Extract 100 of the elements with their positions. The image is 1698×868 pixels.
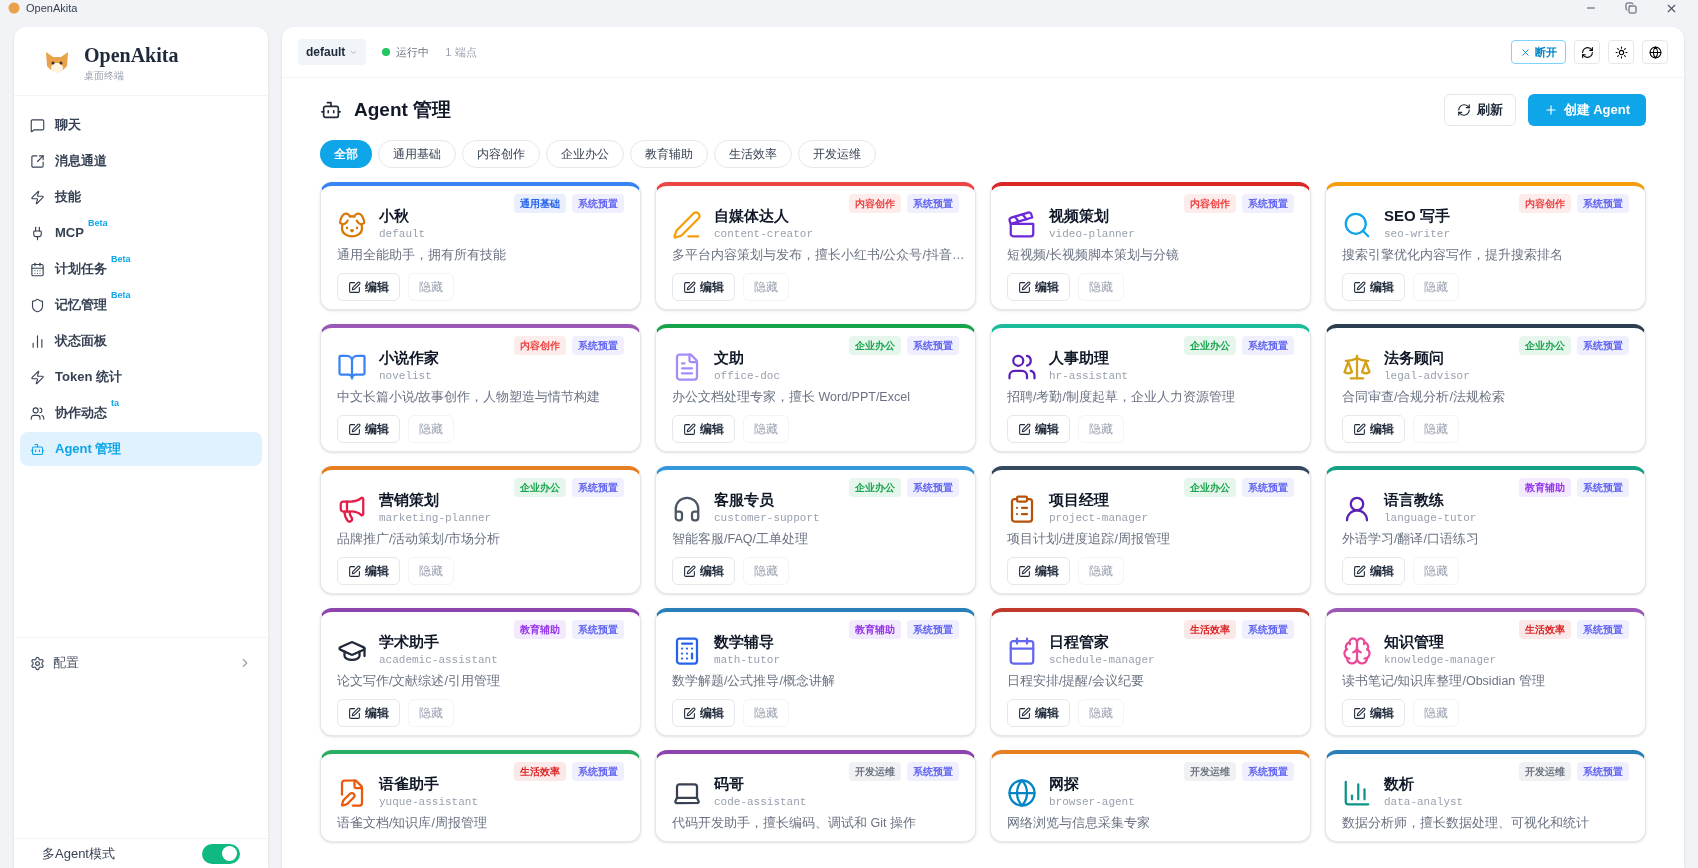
category-tag: 系统预置	[1242, 478, 1294, 497]
agent-name: 数学辅导	[714, 633, 775, 652]
status-text: 运行中	[396, 44, 430, 60]
edit-button[interactable]: 编辑	[672, 699, 735, 727]
edit-icon	[1353, 422, 1366, 436]
agent-id: legal-advisor	[1384, 368, 1470, 384]
language-icon-button[interactable]	[1642, 40, 1668, 64]
beta-label: Beta	[111, 255, 131, 265]
category-tag: 系统预置	[907, 478, 959, 497]
lightning-icon	[30, 369, 45, 385]
edit-icon	[348, 706, 361, 720]
category-tag: 企业办公	[1184, 336, 1236, 355]
edit-button[interactable]: 编辑	[1007, 699, 1070, 727]
refresh-button[interactable]: 刷新	[1443, 94, 1516, 126]
restore-icon[interactable]	[1625, 2, 1637, 14]
profile-dropdown[interactable]: default	[298, 39, 367, 65]
agent-description: 数学解题/公式推导/概念讲解	[672, 673, 836, 691]
edit-button[interactable]: 编辑	[672, 557, 735, 585]
pen-icon	[672, 209, 702, 240]
category-tag: 系统预置	[572, 478, 624, 497]
settings-icon	[30, 655, 45, 671]
brand-name: OpenAkita	[84, 43, 179, 68]
edit-button[interactable]: 编辑	[1342, 273, 1405, 301]
nav-item[interactable]: 聊天	[20, 108, 262, 142]
agent-description: 日程安排/提醒/会议纪要	[1007, 673, 1145, 691]
globe-icon	[1007, 777, 1037, 808]
category-tag: 企业办公	[1519, 336, 1571, 355]
edit-icon	[1018, 564, 1031, 578]
nav-item[interactable]: Token 统计	[20, 360, 262, 394]
agent-name: 学术助手	[379, 633, 440, 652]
edit-button[interactable]: 编辑	[337, 273, 400, 301]
agent-description: 网络浏览与信息采集专家	[1007, 815, 1151, 833]
agent-description: 项目计划/进度追踪/周报管理	[1007, 531, 1171, 549]
nav-item[interactable]: MCP Beta	[20, 216, 262, 250]
agent-description: 品牌推广/活动策划/市场分析	[337, 531, 501, 549]
agent-id: project-manager	[1049, 510, 1149, 526]
category-tag: 内容创作	[849, 194, 901, 213]
nav-item[interactable]: 消息通道	[20, 144, 262, 178]
refresh-icon-button[interactable]	[1574, 40, 1600, 64]
category-tag: 系统预置	[1242, 336, 1294, 355]
nav-item[interactable]: 记忆管理 Beta	[20, 288, 262, 322]
agent-description: 搜索引擎优化内容写作，提升搜索排名	[1342, 247, 1564, 265]
config-item[interactable]: 配置	[22, 646, 260, 680]
calendar-icon	[1007, 635, 1037, 666]
edit-button[interactable]: 编辑	[1342, 415, 1405, 443]
edit-button[interactable]: 编辑	[1342, 699, 1405, 727]
edit-button[interactable]: 编辑	[1342, 557, 1405, 585]
category-tag: 系统预置	[572, 620, 624, 639]
nav-label: 消息通道	[55, 152, 107, 171]
category-tag: 内容创作	[514, 336, 566, 355]
endpoint-count: 1 端点	[445, 44, 477, 60]
nav-label: Token 统计	[55, 368, 122, 387]
agent-name: 码哥	[714, 775, 745, 794]
agent-name: 自媒体达人	[714, 207, 790, 226]
theme-icon-button[interactable]	[1608, 40, 1634, 64]
nav-item[interactable]: 协作动态 ta	[20, 396, 262, 430]
agent-id: schedule-manager	[1049, 652, 1155, 668]
edit-button[interactable]: 编辑	[337, 557, 400, 585]
agent-name: 语言教练	[1384, 491, 1445, 510]
edit-button[interactable]: 编辑	[1007, 273, 1070, 301]
category-tag: 生活效率	[514, 762, 566, 781]
agent-description: 办公文档处理专家，擅长 Word/PPT/Excel	[672, 389, 911, 407]
edit-button[interactable]: 编辑	[1007, 557, 1070, 585]
agent-name: 语雀助手	[379, 775, 440, 794]
agent-id: content-creator	[714, 226, 814, 242]
category-tag: 生活效率	[1519, 620, 1571, 639]
disconnect-button[interactable]: 断开	[1511, 40, 1566, 64]
category-tag: 内容创作	[1519, 194, 1571, 213]
agent-name: 小秋	[379, 207, 410, 226]
edit-button[interactable]: 编辑	[337, 415, 400, 443]
category-tag: 企业办公	[849, 336, 901, 355]
agent-description: 代码开发助手，擅长编码、调试和 Git 操作	[672, 815, 917, 833]
plus-icon	[1543, 103, 1558, 117]
edit-icon	[348, 564, 361, 578]
category-tag: 内容创作	[1184, 194, 1236, 213]
category-tag: 开发运维	[1519, 762, 1571, 781]
lightning-icon	[30, 189, 45, 205]
edit-button[interactable]: 编辑	[337, 699, 400, 727]
nav-item[interactable]: 技能	[20, 180, 262, 214]
category-tag: 系统预置	[1577, 620, 1629, 639]
agent-description: 数据分析师，擅长数据处理、可视化和统计	[1342, 815, 1590, 833]
agent-name: 营销策划	[379, 491, 440, 510]
close-icon[interactable]	[1665, 2, 1678, 15]
nav-label: MCP	[55, 224, 84, 243]
category-tag: 系统预置	[1577, 762, 1629, 781]
nav-item[interactable]: 计划任务 Beta	[20, 252, 262, 286]
category-tag: 开发运维	[1184, 762, 1236, 781]
agent-name: 客服专员	[714, 491, 775, 510]
edit-icon	[683, 280, 696, 294]
edit-icon	[1353, 706, 1366, 720]
nav-item[interactable]: 状态面板	[20, 324, 262, 358]
edit-button[interactable]: 编辑	[672, 415, 735, 443]
bar-chart-icon	[30, 333, 45, 349]
multi-agent-toggle[interactable]	[202, 843, 240, 864]
category-tag: 系统预置	[572, 336, 624, 355]
edit-button[interactable]: 编辑	[672, 273, 735, 301]
category-tag: 教育辅助	[1519, 478, 1571, 497]
edit-button[interactable]: 编辑	[1007, 415, 1070, 443]
edit-icon	[683, 564, 696, 578]
agent-id: office-doc	[714, 368, 780, 384]
